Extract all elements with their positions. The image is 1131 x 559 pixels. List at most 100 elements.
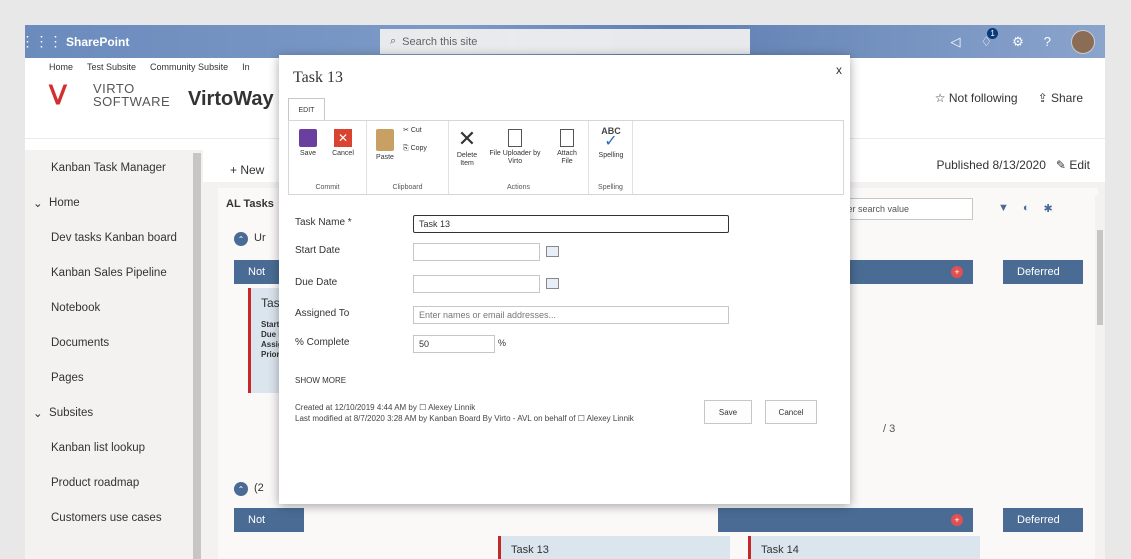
attach-file-icon <box>560 129 574 147</box>
kanban-card-task13[interactable]: Task 13 <box>498 536 730 559</box>
chevron-down-icon[interactable]: ⌄ <box>33 406 49 420</box>
calendar-icon[interactable] <box>546 278 559 289</box>
nav-label: Kanban Task Manager <box>51 161 166 174</box>
ribbon-copy-label: Copy <box>410 145 427 152</box>
column-not-started: Not <box>234 508 304 532</box>
ribbon-delete-label: Delete Item <box>456 152 478 167</box>
board-title: AL Tasks <box>226 198 274 210</box>
scrollbar-thumb[interactable] <box>1097 230 1103 325</box>
user-icon: ☐ <box>577 414 585 423</box>
cancel-button[interactable]: Cancel <box>765 400 817 424</box>
topnav-home[interactable]: Home <box>49 62 73 72</box>
group-label-spelling: Spelling <box>598 184 623 191</box>
left-nav-scrollbar[interactable] <box>193 153 201 559</box>
nav-item[interactable]: Customers use cases <box>25 500 203 535</box>
nav-item[interactable]: Notebook <box>25 290 203 325</box>
tab-edit[interactable]: EDIT <box>288 98 325 121</box>
palette-icon[interactable]: ◐ <box>1023 202 1030 215</box>
edit-page-button[interactable]: Edit <box>1069 158 1090 172</box>
topnav-community-subsite[interactable]: Community Subsite <box>150 62 228 72</box>
chevron-down-icon[interactable]: ⌄ <box>33 196 49 210</box>
suite-icons: ◁ ♢ 1 ⚙ ? <box>950 25 1105 58</box>
new-button[interactable]: + New <box>230 163 264 177</box>
ribbon-paste-button[interactable]: Paste <box>373 129 397 162</box>
settings-gear-icon[interactable]: ⚙ <box>1012 34 1024 50</box>
modified-by[interactable]: Alexey Linnik <box>587 414 634 423</box>
ribbon: Save ✕ Cancel Commit Paste ✂ Cut ⎘ Copy C… <box>288 120 844 195</box>
collapse-icon[interactable]: ⌃ <box>234 232 248 246</box>
start-date-input[interactable] <box>413 243 540 261</box>
follow-button[interactable]: ☆ Not following <box>935 91 1018 105</box>
calendar-icon[interactable] <box>546 246 559 257</box>
notifications-icon[interactable]: ♢ 1 <box>980 27 999 50</box>
nav-item[interactable]: Kanban Task Manager <box>25 150 203 185</box>
site-logo[interactable]: ᐯ VIRTO SOFTWARE <box>49 80 170 110</box>
scissors-icon: ✂ <box>403 127 409 134</box>
ribbon-group-commit: Save ✕ Cancel Commit <box>289 121 367 194</box>
left-navigation: Kanban Task Manager ⌄ Home Dev tasks Kan… <box>25 150 203 527</box>
search-box[interactable]: ⌕ Search this site <box>380 29 750 54</box>
due-date-label: Due Date <box>295 277 338 288</box>
created-by[interactable]: Alexey Linnik <box>428 403 475 412</box>
user-avatar[interactable] <box>1071 29 1095 54</box>
collapse-icon[interactable]: ⌃ <box>234 482 248 496</box>
sharepoint-brand[interactable]: SharePoint <box>66 35 129 49</box>
nav-item[interactable]: Pages <box>25 360 203 395</box>
spelling-check-icon: ✓ <box>604 133 618 150</box>
percent-complete-input[interactable]: 50 <box>413 335 495 353</box>
help-icon[interactable]: ? <box>1044 34 1051 49</box>
swimlane-1[interactable]: ⌃ Ur <box>234 232 266 246</box>
ribbon-save-button[interactable]: Save <box>295 129 321 158</box>
ribbon-copy-button[interactable]: ⎘ Copy <box>403 145 427 153</box>
nav-item[interactable]: Kanban list lookup <box>25 430 203 465</box>
topnav-test-subsite[interactable]: Test Subsite <box>87 62 136 72</box>
filter-icon[interactable]: ▼ <box>998 202 1009 215</box>
swimlane-2[interactable]: ⌃ (2 <box>234 482 264 496</box>
edit-pencil-icon[interactable]: ✎ <box>1056 158 1066 172</box>
ribbon-delete-button[interactable]: ✕ Delete Item <box>453 128 481 168</box>
ribbon-cancel-button[interactable]: ✕ Cancel <box>327 129 359 158</box>
dialog-title: Task 13 <box>293 69 343 86</box>
settings-icon[interactable]: ✱ <box>1044 202 1053 215</box>
nav-item[interactable]: Documents <box>25 325 203 360</box>
ribbon-attach-button[interactable]: Attach File <box>553 129 581 166</box>
task-name-input[interactable]: Task 13 <box>413 215 729 233</box>
add-card-icon[interactable]: + <box>951 266 963 278</box>
ribbon-attach-label: Attach File <box>557 150 577 165</box>
nav-item[interactable]: ⌄ Subsites <box>25 395 203 430</box>
nav-item[interactable]: Kanban Sales Pipeline <box>25 255 203 290</box>
share-button[interactable]: ⇪ Share <box>1038 91 1083 105</box>
kanban-card-task14[interactable]: Task 14 <box>748 536 980 559</box>
ribbon-save-label: Save <box>300 150 316 157</box>
nav-label: Notebook <box>51 301 101 314</box>
topnav-truncated[interactable]: In <box>242 62 250 72</box>
save-button[interactable]: Save <box>704 400 752 424</box>
board-search-input[interactable]: ter search value <box>838 198 973 220</box>
follow-share: ☆ Not following ⇪ Share <box>935 91 1083 105</box>
ribbon-cut-button[interactable]: ✂ Cut <box>403 127 422 135</box>
nav-label: Subsites <box>49 406 94 419</box>
published-date: Published 8/13/2020 <box>936 158 1046 172</box>
modified-text: Last modified at 8/7/2020 3:28 AM by Kan… <box>295 414 576 423</box>
nav-item[interactable]: ⌄ Home <box>25 185 203 220</box>
board-tools: ▼ ◐ ✱ <box>998 202 1053 215</box>
nav-item[interactable]: Dev tasks Kanban board <box>25 220 203 255</box>
assigned-to-label: Assigned To <box>295 308 350 319</box>
add-card-icon[interactable]: + <box>951 514 963 526</box>
due-date-input[interactable] <box>413 275 540 293</box>
created-text: Created at 12/10/2019 4:44 AM by <box>295 403 417 412</box>
close-icon[interactable]: x <box>836 63 842 77</box>
show-more-link[interactable]: SHOW MORE <box>295 376 346 385</box>
ribbon-group-clipboard: Paste ✂ Cut ⎘ Copy Clipboard <box>367 121 449 194</box>
search-icon: ⌕ <box>390 35 397 47</box>
nav-item[interactable]: Product roadmap <box>25 465 203 500</box>
app-launcher-icon[interactable]: ⋮⋮⋮ <box>25 25 63 58</box>
assigned-to-input[interactable]: Enter names or email addresses... <box>413 306 729 324</box>
site-title[interactable]: VirtoWay T <box>188 88 291 111</box>
board-scrollbar[interactable] <box>1095 195 1105 559</box>
nav-label: Kanban Sales Pipeline <box>51 266 167 279</box>
card-title: Task 13 <box>511 544 549 556</box>
ribbon-spelling-button[interactable]: ABC ✓ Spelling <box>595 127 627 160</box>
ribbon-file-uploader-button[interactable]: File Uploader by Virto <box>485 129 545 166</box>
megaphone-icon[interactable]: ◁ <box>950 34 960 50</box>
